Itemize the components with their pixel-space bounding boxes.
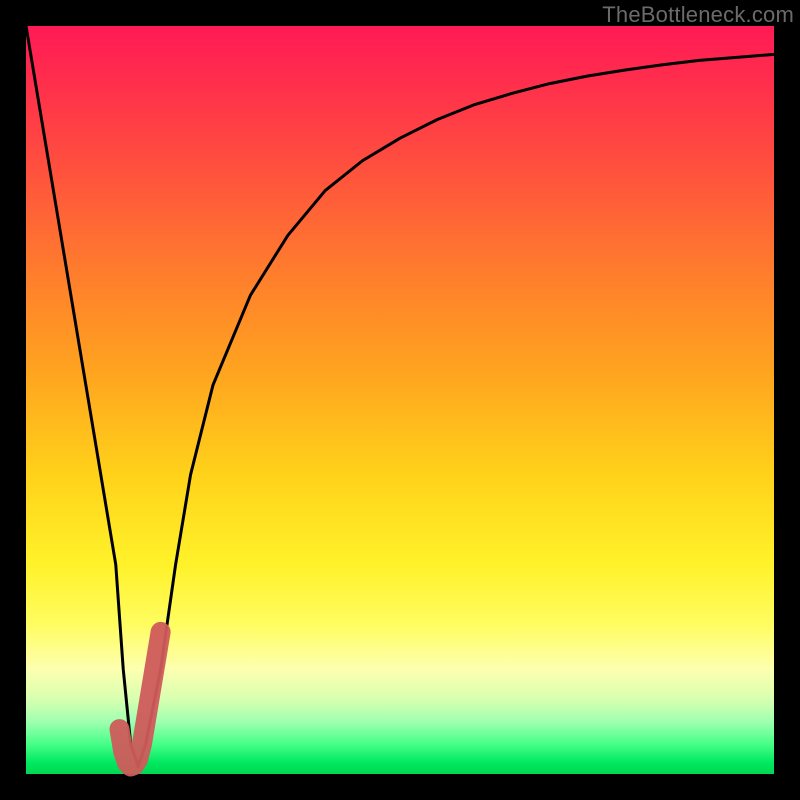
chart-frame: TheBottleneck.com [0, 0, 800, 800]
plot-area [26, 26, 774, 774]
curve-layer [26, 26, 774, 774]
watermark-text: TheBottleneck.com [602, 2, 794, 28]
bottleneck-curve [26, 26, 774, 767]
